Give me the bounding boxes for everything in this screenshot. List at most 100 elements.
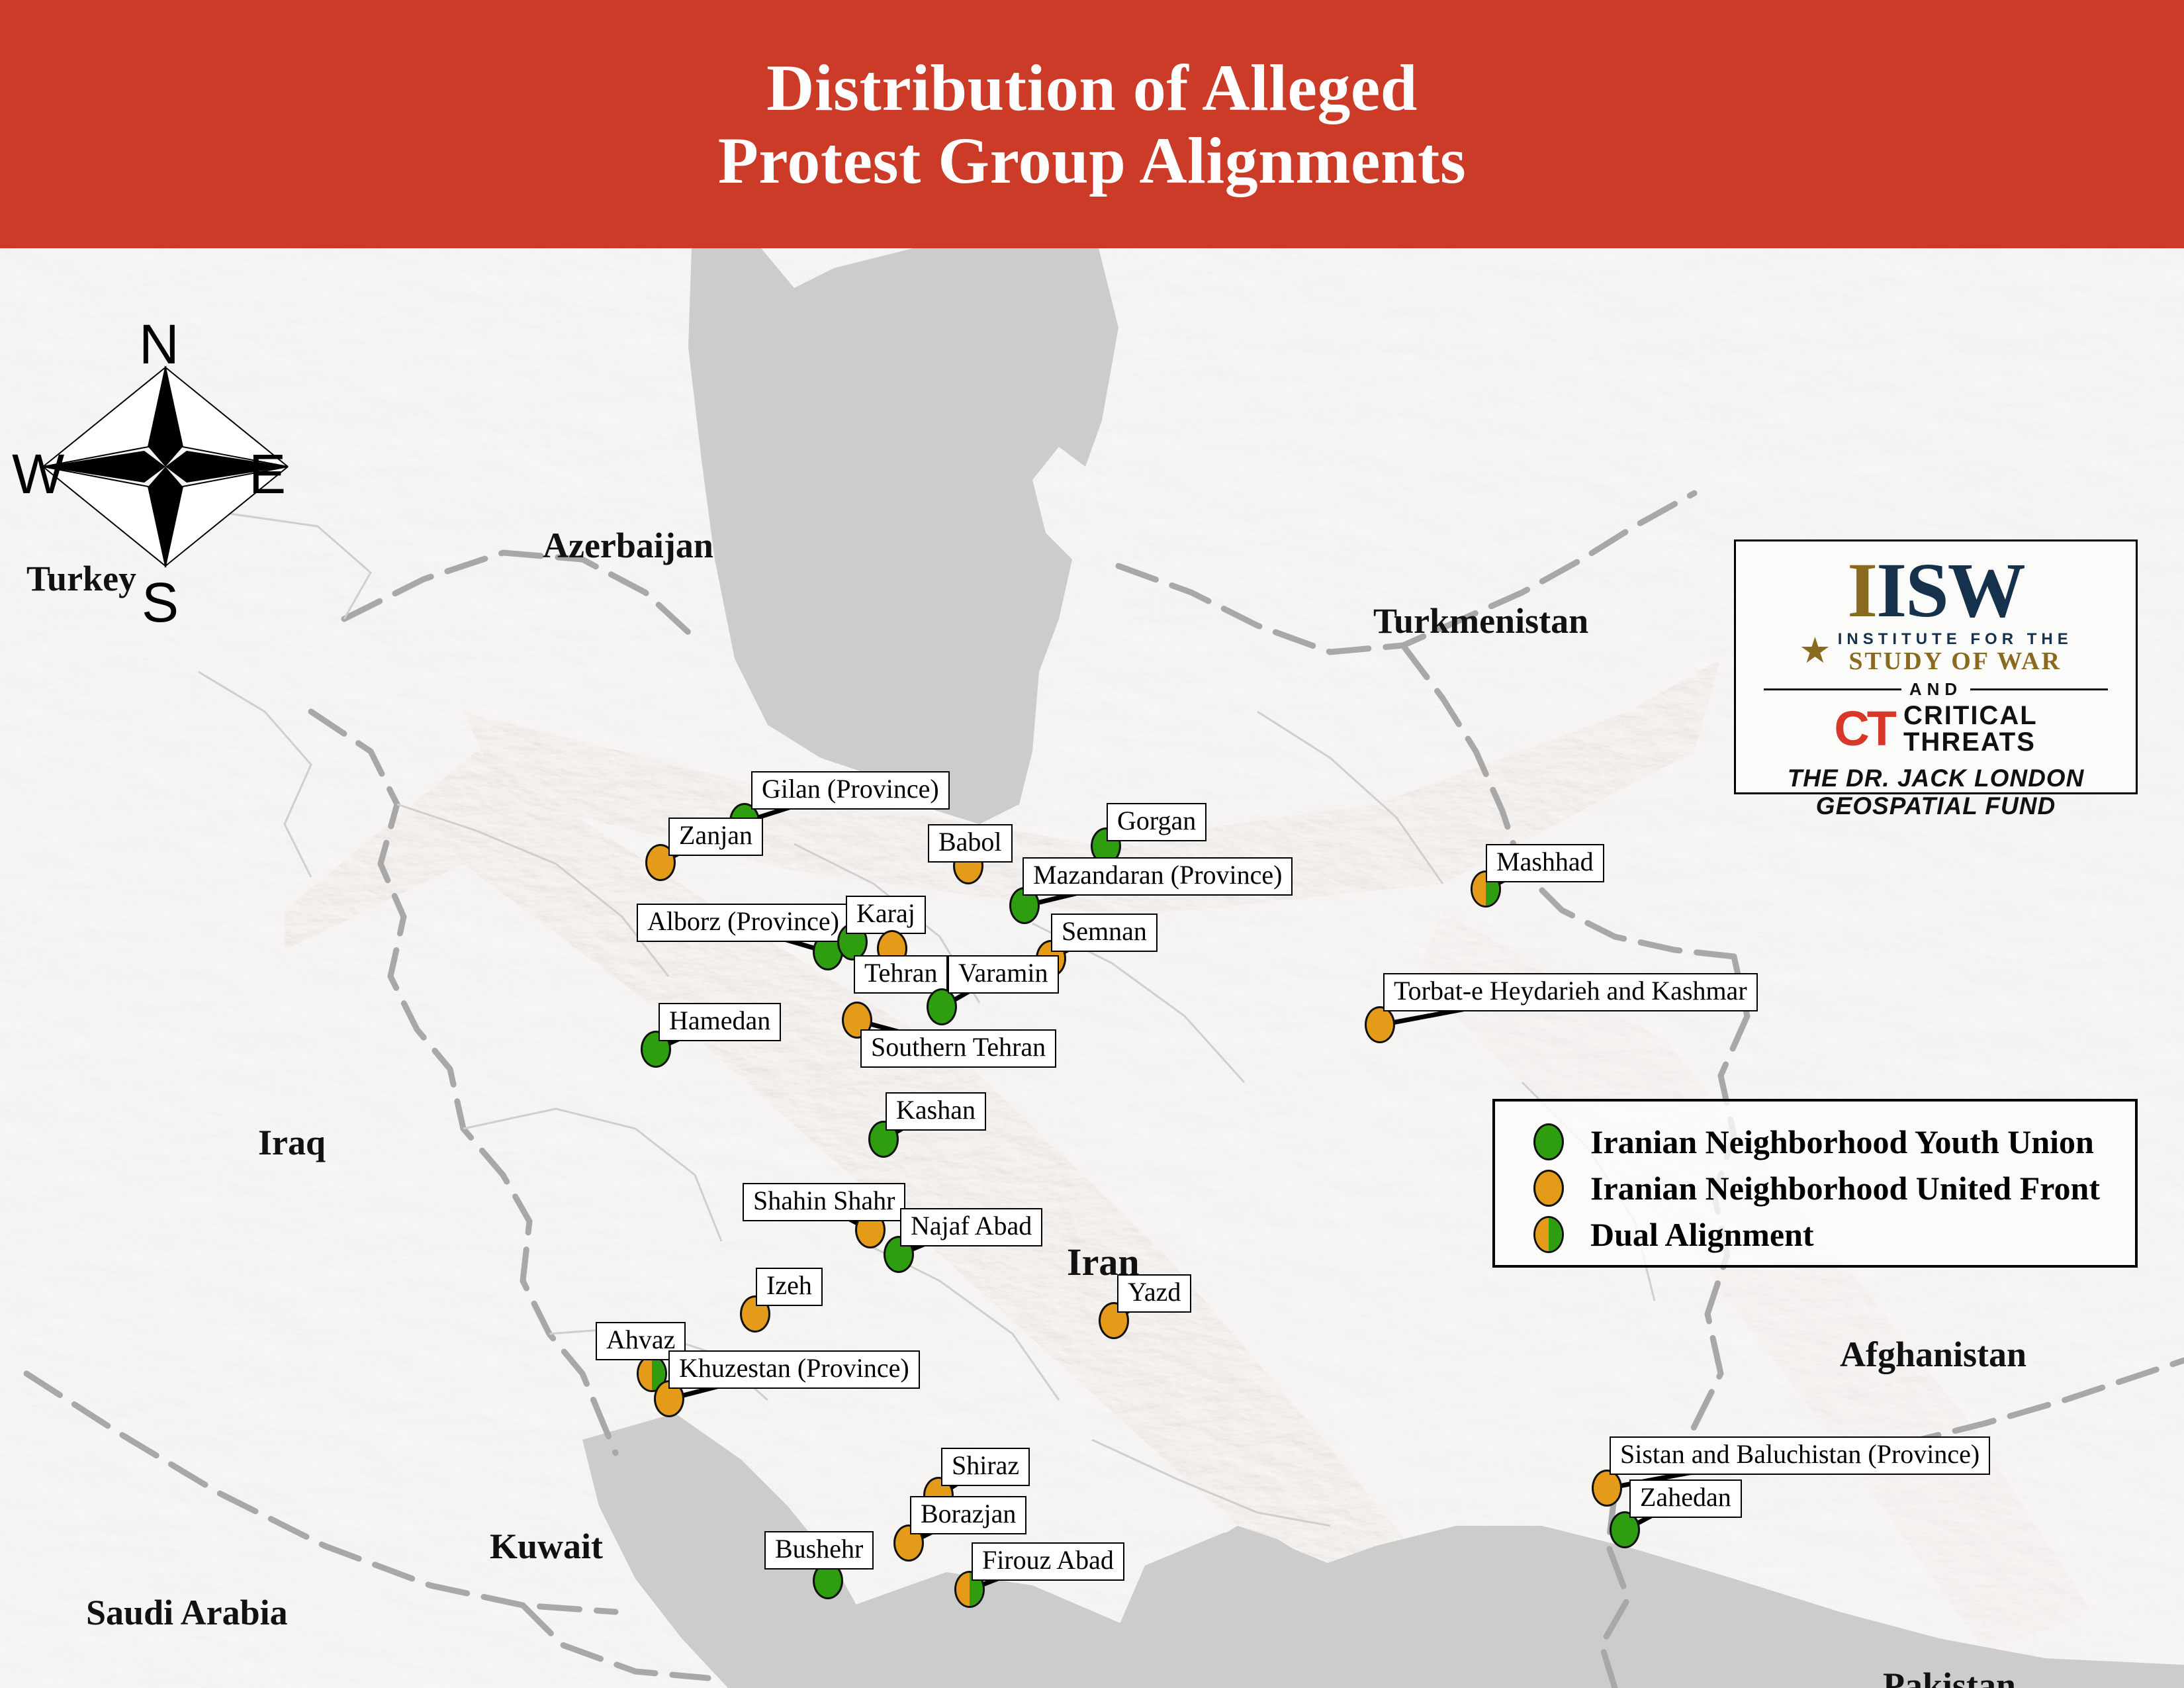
city-label-izeh[interactable]: Izeh xyxy=(756,1268,823,1306)
compass-east-label: E xyxy=(249,443,287,505)
ct-word-line1: CRITICAL xyxy=(1903,701,2038,731)
city-label-firouz-abad[interactable]: Firouz Abad xyxy=(972,1542,1124,1581)
legend-row-0: Iranian Neighborhood Youth Union xyxy=(1533,1119,2135,1165)
ct-wordmark: CRITICAL THREATS xyxy=(1903,702,2038,755)
city-label-kashan[interactable]: Kashan xyxy=(886,1092,986,1131)
country-label-kuwait: Kuwait xyxy=(490,1526,604,1566)
city-label-text: Gilan (Province) xyxy=(762,774,939,804)
and-label: AND xyxy=(1909,679,1963,700)
city-label-text: Alborz (Province) xyxy=(647,906,839,936)
legend-swatch-orange xyxy=(1533,1170,1564,1207)
city-label-gorgan[interactable]: Gorgan xyxy=(1107,803,1207,841)
legend-label-1: Iranian Neighborhood United Front xyxy=(1590,1170,2101,1207)
city-label-bushehr[interactable]: Bushehr xyxy=(764,1531,874,1570)
isw-subtitle-top: INSTITUTE FOR THE xyxy=(1837,630,2073,649)
city-label-text: Tehran xyxy=(864,958,938,988)
isw-logo-panel: I ISW ★ INSTITUTE FOR THE STUDY OF WAR AN… xyxy=(1734,539,2138,820)
city-label-text: Gorgan xyxy=(1117,806,1197,835)
city-label-tehran[interactable]: Tehran xyxy=(854,955,948,994)
map-canvas[interactable]: N W E S Turkey Azerbaijan Turkmenistan Iraq… xyxy=(0,248,2184,1688)
city-label-text: Hamedan xyxy=(669,1006,771,1035)
legend-row-2: Dual Alignment xyxy=(1533,1211,2135,1258)
divider-rule-right xyxy=(1970,688,2108,691)
city-label-karaj[interactable]: Karaj xyxy=(846,896,926,934)
legend-swatch-dual xyxy=(1533,1216,1564,1253)
city-label-text: Karaj xyxy=(856,898,915,928)
marker-half-orange xyxy=(639,1357,652,1390)
city-label-gilan-province[interactable]: Gilan (Province) xyxy=(751,771,950,810)
city-label-text: Shahin Shahr xyxy=(753,1186,895,1215)
compass-west-label: W xyxy=(12,443,65,505)
city-label-mazandaran-province[interactable]: Mazandaran (Province) xyxy=(1023,857,1293,896)
country-label-azerbaijan: Azerbaijan xyxy=(543,526,713,565)
city-label-text: Zahedan xyxy=(1640,1482,1731,1512)
fund-line-1: THE DR. JACK LONDON xyxy=(1787,765,2085,792)
city-marker-torbat-e-heydarieh-and-kashmar[interactable] xyxy=(1365,1006,1395,1043)
city-label-text: Zanjan xyxy=(679,820,753,850)
country-label-turkey: Turkey xyxy=(26,559,137,598)
city-label-text: Southern Tehran xyxy=(871,1032,1046,1062)
ct-word-line2: THREATS xyxy=(1903,727,2036,757)
and-divider: AND xyxy=(1764,679,2108,700)
city-marker-sistan-and-baluchistan-province[interactable] xyxy=(1592,1470,1622,1507)
isw-wordmark-text: ISW xyxy=(1876,547,2026,633)
city-label-babol[interactable]: Babol xyxy=(928,824,1013,863)
compass-rose: N W E S xyxy=(12,313,304,633)
city-label-text: Sistan and Baluchistan (Province) xyxy=(1620,1439,1980,1469)
city-label-text: Khuzestan (Province) xyxy=(679,1353,909,1383)
legend-label-2: Dual Alignment xyxy=(1590,1216,1814,1253)
marker-half-orange xyxy=(1473,872,1486,906)
city-label-mashhad[interactable]: Mashhad xyxy=(1486,844,1604,882)
country-label-afghanistan: Afghanistan xyxy=(1840,1335,2027,1374)
country-label-turkmenistan: Turkmenistan xyxy=(1373,601,1589,641)
compass-north-label: N xyxy=(139,313,179,375)
city-label-zahedan[interactable]: Zahedan xyxy=(1629,1479,1742,1518)
city-label-hamedan[interactable]: Hamedan xyxy=(659,1003,782,1041)
city-label-text: Mashhad xyxy=(1496,847,1594,876)
city-label-southern-tehran[interactable]: Southern Tehran xyxy=(860,1029,1057,1068)
city-label-sistan-and-baluchistan-province[interactable]: Sistan and Baluchistan (Province) xyxy=(1610,1436,1991,1475)
fund-line-2: GEOSPATIAL FUND xyxy=(1815,792,2056,820)
isw-wordmark-bar: I xyxy=(1847,547,1878,633)
city-label-najaf-abad[interactable]: Najaf Abad xyxy=(900,1208,1043,1246)
country-label-pakistan: Pakistan xyxy=(1883,1665,2017,1688)
fund-credit: THE DR. JACK LONDON GEOSPATIAL FUND xyxy=(1788,765,2085,820)
legend-panel: Iranian Neighborhood Youth Union Iranian … xyxy=(1492,1099,2138,1268)
title-banner: Distribution of Alleged Protest Group Al… xyxy=(0,0,2184,248)
ct-monogram: CT xyxy=(1834,700,1897,756)
isw-subtitle-row: ★ INSTITUTE FOR THE STUDY OF WAR xyxy=(1799,629,2072,674)
city-label-text: Babol xyxy=(938,827,1002,857)
critical-threats-logo: CT CRITICAL THREATS xyxy=(1834,702,2037,755)
city-label-borazjan[interactable]: Borazjan xyxy=(910,1496,1027,1534)
city-label-text: Izeh xyxy=(766,1270,812,1300)
city-label-torbat-e-heydarieh-and-kashmar[interactable]: Torbat-e Heydarieh and Kashmar xyxy=(1383,973,1758,1011)
isw-subtitle-bottom: STUDY OF WAR xyxy=(1848,647,2062,676)
star-icon: ★ xyxy=(1799,631,1831,671)
marker-half-green xyxy=(1549,1218,1562,1251)
title-line-1: Distribution of Alleged xyxy=(766,50,1418,124)
country-label-iraq: Iraq xyxy=(258,1123,326,1162)
legend-label-0: Iranian Neighborhood Youth Union xyxy=(1590,1123,2094,1160)
city-label-varamin[interactable]: Varamin xyxy=(948,955,1059,994)
city-label-text: Firouz Abad xyxy=(982,1545,1114,1575)
city-label-alborz-province[interactable]: Alborz (Province) xyxy=(637,904,850,942)
marker-half-orange xyxy=(1535,1218,1549,1251)
city-label-text: Shiraz xyxy=(952,1450,1020,1480)
city-label-semnan[interactable]: Semnan xyxy=(1051,914,1158,952)
marker-half-orange xyxy=(956,1573,970,1606)
city-label-khuzestan-province[interactable]: Khuzestan (Province) xyxy=(668,1350,920,1389)
city-label-shiraz[interactable]: Shiraz xyxy=(941,1448,1030,1486)
compass-south-label: S xyxy=(142,571,179,633)
city-label-text: Yazd xyxy=(1128,1277,1181,1307)
city-label-text: Semnan xyxy=(1062,916,1147,946)
country-label-saudi-arabia: Saudi Arabia xyxy=(86,1593,288,1632)
isw-wordmark: I ISW xyxy=(1847,547,2026,633)
city-label-text: Ahvaz xyxy=(606,1325,676,1354)
city-label-text: Varamin xyxy=(958,958,1048,988)
title-line-2: Protest Group Alignments xyxy=(717,123,1467,197)
city-marker-varamin[interactable] xyxy=(927,988,957,1025)
city-label-shahin-shahr[interactable]: Shahin Shahr xyxy=(743,1183,906,1221)
city-label-yazd[interactable]: Yazd xyxy=(1117,1274,1192,1313)
legend-swatch-green xyxy=(1533,1123,1564,1160)
city-label-zanjan[interactable]: Zanjan xyxy=(668,818,764,856)
